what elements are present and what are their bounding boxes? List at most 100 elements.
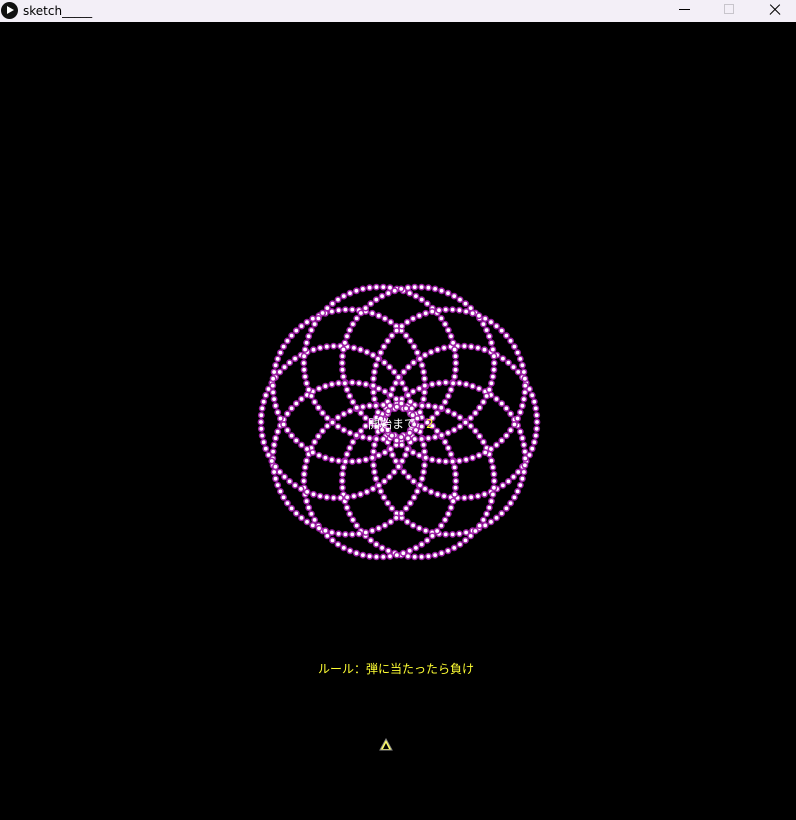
bullet-core <box>446 512 451 516</box>
bullet-core <box>520 436 525 441</box>
bullet-core <box>371 383 376 388</box>
bullet-core <box>266 453 271 457</box>
bullet-core <box>477 386 481 391</box>
bullet-core <box>414 546 418 550</box>
bullet-core <box>340 485 345 490</box>
bullet-core <box>464 382 468 387</box>
bullet-core <box>433 405 437 409</box>
bullet-core <box>387 475 392 479</box>
bullet-core <box>423 311 428 316</box>
bullet-core <box>492 479 497 483</box>
bullet-core <box>275 429 280 434</box>
bullet-core <box>354 405 359 410</box>
bullet-core <box>477 453 481 458</box>
bullet-core <box>494 443 499 447</box>
title-bar[interactable]: sketch_____ <box>0 0 796 22</box>
bullet-core <box>452 294 457 298</box>
bullet-core <box>311 492 316 497</box>
bullet-core <box>357 531 361 536</box>
bullet-core <box>348 409 352 413</box>
bullet-core <box>370 528 375 533</box>
bullet-core <box>299 487 303 491</box>
game-canvas[interactable]: 開始まで 2 ルール：弾に当たったら負け <box>0 22 796 820</box>
bullet-core <box>458 297 462 302</box>
bullet-core <box>533 406 538 411</box>
bullet-core <box>523 463 527 468</box>
bullet-core <box>406 475 411 479</box>
bullet-core <box>534 426 539 431</box>
bullet-core <box>453 354 458 359</box>
bullet-core <box>306 387 311 392</box>
bullet-core <box>468 416 473 420</box>
bullet-core <box>458 424 462 429</box>
bullet-core <box>361 435 365 439</box>
processing-play-icon <box>1 2 18 19</box>
bullet-core <box>388 554 392 559</box>
bullet-core <box>383 523 387 528</box>
bullet-core <box>437 459 441 463</box>
bullet-core <box>450 307 455 312</box>
bullet-core <box>305 447 309 451</box>
bullet-core <box>374 476 378 481</box>
bullet-core <box>508 411 513 416</box>
bullet-core <box>442 494 446 498</box>
bullet-core <box>511 365 516 369</box>
bullet-core <box>422 449 427 454</box>
bullet-core <box>451 340 455 345</box>
bullet-core <box>403 453 408 457</box>
bullet-core <box>399 401 404 406</box>
bullet-core <box>345 387 349 392</box>
close-button[interactable] <box>752 0 796 22</box>
bullet-core <box>430 534 435 538</box>
bullet-core <box>426 403 431 408</box>
bullet-core <box>411 360 416 365</box>
bullet-core <box>409 406 414 411</box>
bullet-core <box>388 447 393 451</box>
bullet-core <box>277 370 282 374</box>
bullet-core <box>439 551 444 556</box>
bullet-core <box>419 285 424 289</box>
bullet-core <box>336 459 341 463</box>
bullet-core <box>394 405 399 409</box>
bullet-core <box>309 512 314 516</box>
maximize-button[interactable] <box>707 0 751 22</box>
bullet-core <box>399 443 404 447</box>
bullet-core <box>390 387 395 391</box>
bullet-core <box>407 548 412 553</box>
bullet-core <box>304 381 309 386</box>
bullet-core <box>522 397 526 401</box>
bullet-core <box>473 529 478 533</box>
bullet-core <box>452 465 457 470</box>
bullet-core <box>406 393 411 398</box>
bullet-core <box>411 479 416 484</box>
bullet-core <box>302 367 306 372</box>
bullet-core <box>457 308 462 313</box>
bullet-core <box>371 463 376 468</box>
bullet-core <box>446 431 450 435</box>
bullet-core <box>476 346 480 350</box>
bullet-core <box>285 411 290 416</box>
bullet-core <box>449 387 453 392</box>
bullet-core <box>348 291 352 296</box>
bullet-core <box>301 479 306 483</box>
minimize-button[interactable] <box>662 0 706 22</box>
bullet-core <box>278 489 283 494</box>
bullet-core <box>433 553 437 557</box>
bullet-core <box>376 526 381 531</box>
bullet-core <box>390 333 394 338</box>
bullet-core <box>446 291 450 296</box>
bullet-core <box>482 347 487 352</box>
bullet-core <box>469 495 474 500</box>
bullet-core <box>491 492 495 497</box>
bullet-core <box>354 523 359 528</box>
bullet-core <box>446 328 451 332</box>
bullet-core <box>443 440 447 444</box>
bullet-core <box>399 511 404 516</box>
bullet-core <box>343 532 348 537</box>
bullet-core <box>259 426 264 431</box>
bullet-core <box>453 479 458 483</box>
bullet-core <box>317 526 321 531</box>
bullet-core <box>330 420 335 425</box>
bullet-core <box>336 424 340 429</box>
bullet-core <box>419 297 424 302</box>
